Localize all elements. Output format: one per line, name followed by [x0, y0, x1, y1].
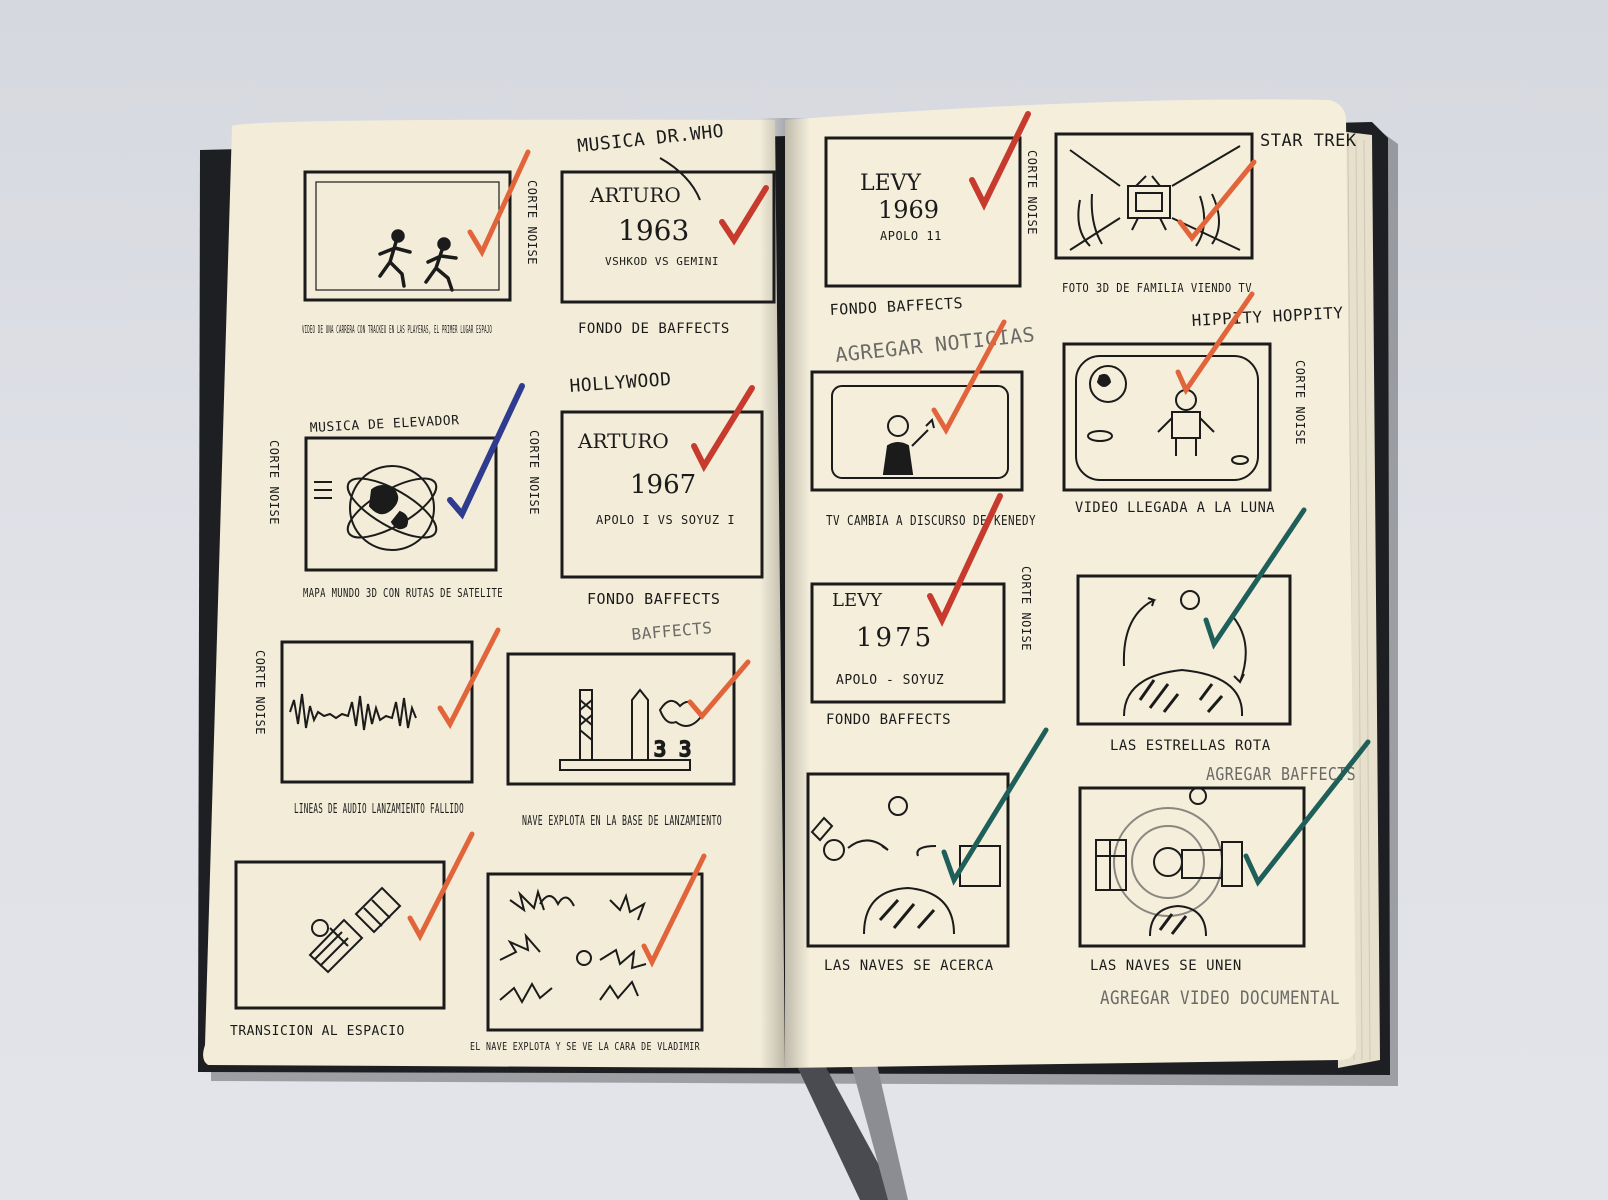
caption-r6: LAS ESTRELLAS ROTA	[1110, 738, 1271, 754]
side-note-r1: CORTE NOISE	[1025, 150, 1039, 235]
caption-r2: FOTO 3D DE FAMILIA VIENDO TV	[1062, 281, 1252, 295]
side-note-l5: CORTE NOISE	[253, 650, 267, 735]
frame-title-r5: LEVY	[832, 590, 883, 611]
caption-r7: LAS NAVES SE ACERCA	[824, 958, 994, 974]
side-note-r5: CORTE NOISE	[1019, 566, 1033, 651]
frame-year-l4: 1967	[630, 470, 696, 500]
svg-text:3 3: 3 3	[654, 737, 692, 761]
caption-r4: VIDEO LLEGADA A LA LUNA	[1075, 500, 1275, 516]
side-note-r4: CORTE NOISE	[1293, 360, 1307, 445]
frame-title-l4: ARTURO	[577, 429, 669, 453]
side-note-l4: CORTE NOISE	[527, 430, 541, 515]
frame-subtitle-r5: APOLO - SOYUZ	[836, 673, 944, 688]
frame-subtitle-l2: VSHKOD VS GEMINI	[605, 255, 719, 268]
caption-l4: FONDO BAFFECTS	[587, 590, 720, 608]
caption-r8: LAS NAVES SE UNEN	[1090, 958, 1242, 974]
notebook-photo: MUSICA DR.WHO VIDEO DE UNA CARRERA CON T…	[198, 99, 1398, 1200]
above-note-r8: AGREGAR BAFFECTS	[1206, 764, 1356, 785]
frame-title-r1: LEVY	[860, 171, 922, 196]
side-note-l1: CORTE NOISE	[525, 180, 539, 265]
above-note-r2: STAR TREK	[1260, 131, 1357, 151]
frame-subtitle-r1: APOLO 11	[880, 229, 942, 243]
side-note-l3: CORTE NOISE	[267, 440, 281, 525]
caption-l7: TRANSICION AL ESPACIO	[230, 1024, 405, 1039]
bottom-note: AGREGAR VIDEO DOCUMENTAL	[1100, 987, 1340, 1009]
frame-year-l2: 1963	[618, 214, 689, 247]
caption-l3: MAPA MUNDO 3D CON RUTAS DE SATELITE	[303, 586, 503, 600]
caption-r3: TV CAMBIA A DISCURSO DE KENEDY	[826, 514, 1036, 529]
frame-title-l2: ARTURO	[589, 183, 681, 207]
caption-l8: EL NAVE EXPLOTA Y SE VE LA CARA DE VLADI…	[470, 1040, 700, 1053]
caption-l6: NAVE EXPLOTA EN LA BASE DE LANZAMIENTO	[522, 814, 722, 829]
frame-subtitle-l4: APOLO I VS SOYUZ I	[596, 513, 735, 527]
frame-year-r5: 1975	[856, 623, 934, 653]
caption-l5: LINEAS DE AUDIO LANZAMIENTO FALLIDO	[294, 802, 464, 817]
caption-l2: FONDO DE BAFFECTS	[578, 321, 730, 337]
caption-l1: VIDEO DE UNA CARRERA CON TRACKEO EN LAS …	[302, 323, 492, 336]
caption-r5: FONDO BAFFECTS	[826, 712, 951, 728]
frame-year-r1: 1969	[878, 196, 939, 224]
